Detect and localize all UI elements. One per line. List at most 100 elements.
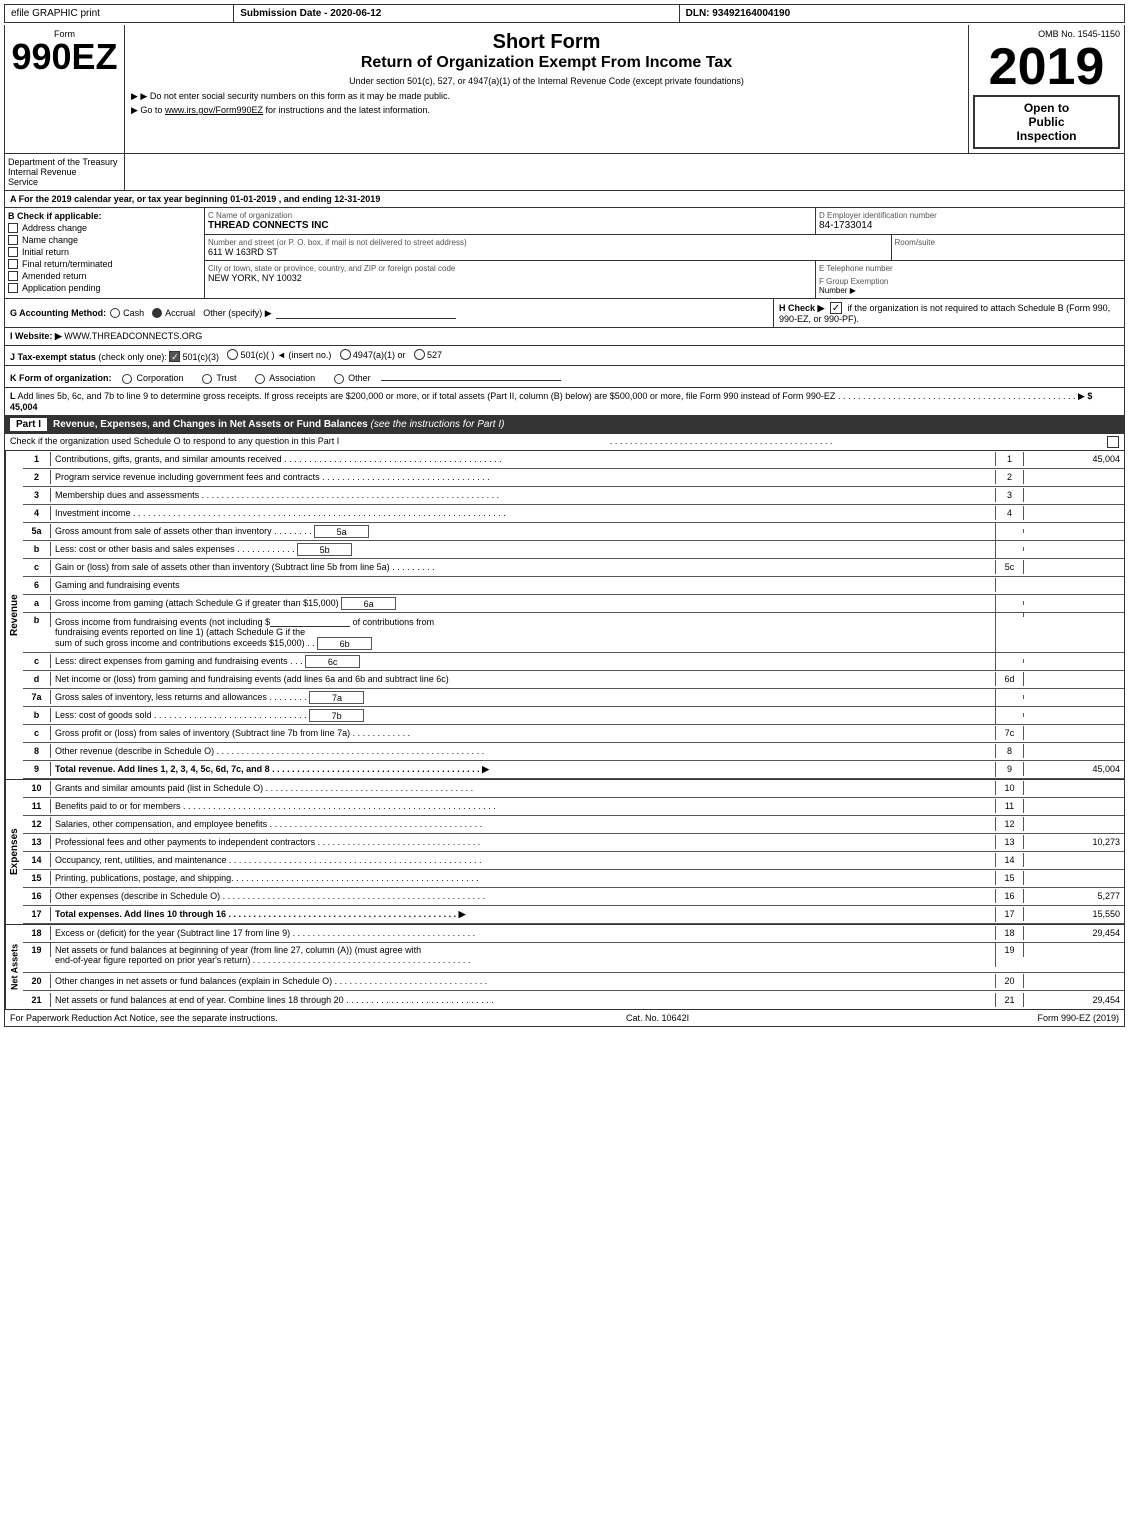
h-checkbox[interactable]: ✓ — [830, 302, 842, 314]
row-3-value — [1024, 493, 1124, 497]
name-change-checkbox[interactable] — [8, 235, 18, 245]
initial-return-label: Initial return — [22, 247, 69, 257]
street-block: Number and street (or P. O. box, if mail… — [205, 235, 892, 260]
row-7a-num: 7a — [23, 690, 51, 704]
initial-return-row: Initial return — [8, 247, 201, 257]
row-20: 20 Other changes in net assets or fund b… — [23, 973, 1124, 991]
row-7a-value — [1024, 695, 1124, 699]
row-6a-line — [996, 601, 1024, 605]
dept-sub: Internal Revenue — [8, 167, 121, 177]
row-8-num: 8 — [23, 744, 51, 758]
row-15-num: 15 — [23, 871, 51, 885]
row-9: 9 Total revenue. Add lines 1, 2, 3, 4, 5… — [23, 761, 1124, 779]
k-trust: Trust — [202, 373, 239, 383]
part1-check-box[interactable] — [1107, 436, 1119, 448]
net-assets-rows: 18 Excess or (deficit) for the year (Sub… — [23, 925, 1124, 1009]
row-17-num: 17 — [23, 907, 51, 921]
return-title: Return of Organization Exempt From Incom… — [131, 54, 962, 72]
row-14-line: 14 — [996, 853, 1024, 867]
net-assets-section: Net Assets 18 Excess or (deficit) for th… — [4, 925, 1125, 1010]
row-6c-num: c — [23, 654, 51, 668]
row-1: 1 Contributions, gifts, grants, and simi… — [23, 451, 1124, 469]
5a-box: 5a — [314, 525, 369, 538]
header-bar: efile GRAPHIC print Submission Date - 20… — [4, 4, 1125, 23]
k-other-radio[interactable] — [334, 374, 344, 384]
l-text: Add lines 5b, 6c, and 7b to line 9 to de… — [18, 391, 836, 401]
row-4-num: 4 — [23, 506, 51, 520]
section-g: G Accounting Method: Cash Accrual Other … — [5, 299, 774, 327]
application-pending-checkbox[interactable] — [8, 283, 18, 293]
row-3-num: 3 — [23, 488, 51, 502]
row-15-desc: Printing, publications, postage, and shi… — [51, 871, 996, 885]
row-16-num: 16 — [23, 889, 51, 903]
j-501c3-checkbox[interactable]: ✓ — [169, 351, 180, 362]
section-h: H Check ▶ ✓ if the organization is not r… — [774, 299, 1124, 327]
other-option: Other (specify) ▶ — [203, 308, 271, 319]
initial-return-checkbox[interactable] — [8, 247, 18, 257]
row-6c: c Less: direct expenses from gaming and … — [23, 653, 1124, 671]
title-section: Form 990EZ Short Form Return of Organiza… — [4, 25, 1125, 154]
row-7c-value — [1024, 731, 1124, 735]
row-8-line: 8 — [996, 744, 1024, 758]
j-527-radio[interactable] — [414, 349, 425, 360]
other-input[interactable] — [276, 307, 456, 319]
row-20-value — [1024, 979, 1124, 983]
amended-return-checkbox[interactable] — [8, 271, 18, 281]
row-5b: b Less: cost or other basis and sales ex… — [23, 541, 1124, 559]
part1-label: Part IRevenue, Expenses, and Changes in … — [10, 419, 504, 430]
row-16-value: 5,277 — [1024, 889, 1124, 903]
address-change-row: Address change — [8, 223, 201, 233]
net-assets-side-label: Net Assets — [5, 925, 23, 1009]
row-13-desc: Professional fees and other payments to … — [51, 835, 996, 849]
final-return-checkbox[interactable] — [8, 259, 18, 269]
row-10: 10 Grants and similar amounts paid (list… — [23, 780, 1124, 798]
revenue-rows: 1 Contributions, gifts, grants, and simi… — [23, 451, 1124, 779]
k-trust-radio[interactable] — [202, 374, 212, 384]
row-10-line: 10 — [996, 781, 1024, 795]
6b-amount-input[interactable] — [270, 615, 350, 627]
row-2-num: 2 — [23, 470, 51, 484]
city-label: City or town, state or province, country… — [208, 264, 812, 273]
expenses-side-label: Expenses — [5, 780, 23, 924]
row-10-num: 10 — [23, 781, 51, 795]
row-18-desc: Excess or (deficit) for the year (Subtra… — [51, 926, 996, 940]
row-19-value — [1024, 943, 1124, 947]
row-6b-desc: Gross income from fundraising events (no… — [51, 613, 996, 652]
section-i: I Website: ▶ WWW.THREADCONNECTS.ORG — [4, 328, 1125, 346]
k-other-input[interactable] — [381, 369, 561, 381]
address-change-checkbox[interactable] — [8, 223, 18, 233]
row-13-num: 13 — [23, 835, 51, 849]
cash-radio[interactable] — [110, 308, 120, 318]
row-5c-num: c — [23, 560, 51, 574]
city-block: City or town, state or province, country… — [205, 261, 816, 298]
l-label: L — [10, 391, 16, 401]
final-return-row: Final return/terminated — [8, 259, 201, 269]
k-other: Other — [334, 373, 374, 383]
k-assoc-radio[interactable] — [255, 374, 265, 384]
row-8: 8 Other revenue (describe in Schedule O)… — [23, 743, 1124, 761]
row-8-desc: Other revenue (describe in Schedule O) .… — [51, 744, 996, 758]
row-11: 11 Benefits paid to or for members . . .… — [23, 798, 1124, 816]
row-2: 2 Program service revenue including gove… — [23, 469, 1124, 487]
row-6c-value — [1024, 659, 1124, 663]
row-21-num: 21 — [23, 993, 51, 1007]
revenue-side-label: Revenue — [5, 451, 23, 779]
part1-check-note: Check if the organization used Schedule … — [4, 434, 1125, 451]
cash-option: Cash — [110, 308, 144, 318]
row-5b-line — [996, 547, 1024, 551]
row-12: 12 Salaries, other compensation, and emp… — [23, 816, 1124, 834]
row-11-value — [1024, 804, 1124, 808]
row-5a-num: 5a — [23, 524, 51, 538]
j-501c-radio[interactable] — [227, 349, 238, 360]
6a-box: 6a — [341, 597, 396, 610]
row-6b-line — [996, 613, 1024, 617]
accrual-radio[interactable] — [152, 308, 162, 318]
l-dots: . . . . . . . . . . . . . . . . . . . . … — [838, 391, 1087, 401]
row-9-num: 9 — [23, 762, 51, 776]
k-corp: Corporation — [122, 373, 186, 383]
row-7b-line — [996, 713, 1024, 717]
k-corp-radio[interactable] — [122, 374, 132, 384]
cat-no: Cat. No. 10642I — [626, 1013, 689, 1023]
submission-date: Submission Date - 2020-06-12 — [234, 5, 679, 22]
j-4947-radio[interactable] — [340, 349, 351, 360]
